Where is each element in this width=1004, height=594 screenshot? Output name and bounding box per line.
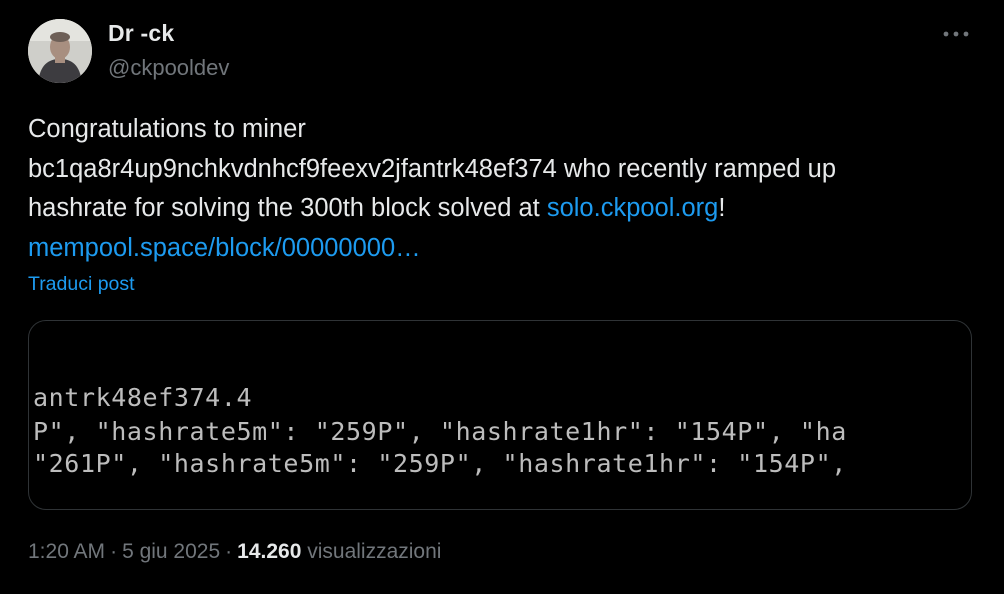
mempool-link[interactable]: mempool.space/block/00000000… <box>28 234 421 262</box>
tweet-text-segment: hashrate for solving the 300th block sol… <box>28 194 547 222</box>
author-display-name[interactable]: Dr -ck <box>108 20 174 47</box>
more-options-button[interactable] <box>936 22 976 46</box>
ckpool-link[interactable]: solo.ckpool.org <box>547 194 719 222</box>
more-horizontal-icon <box>943 31 969 37</box>
code-line: "261P", "hashrate5m": "259P", "hashrate1… <box>33 449 847 478</box>
avatar-photo <box>28 19 92 83</box>
author-handle[interactable]: @ckpooldev <box>108 55 229 81</box>
post-time[interactable]: 1:20 AM <box>28 540 105 563</box>
post-date[interactable]: 5 giu 2025 <box>122 540 220 563</box>
media-image[interactable]: antrk48ef374.4 P", "hashrate5m": "259P",… <box>28 320 972 510</box>
tweet-text: Congratulations to miner bc1qa8r4up9nchk… <box>28 110 978 268</box>
tweet-text-line: bc1qa8r4up9nchkvdnhcf9feexv2jfantrk48ef3… <box>28 154 837 183</box>
tweet-text-line: Congratulations to miner <box>28 115 306 143</box>
tweet-meta: 1:20 AM · 5 giu 2025 · 14.260 visualizzazion… <box>28 540 441 564</box>
views-label: visualizzazioni <box>307 540 442 563</box>
views-count: 14.260 <box>237 540 302 563</box>
avatar[interactable] <box>28 19 92 83</box>
separator-dot: · <box>225 540 233 563</box>
tweet-text-line: mempool.space/block/00000000… <box>28 229 978 269</box>
code-line: P", "hashrate5m": "259P", "hashrate1hr":… <box>33 417 847 446</box>
code-line: antrk48ef374.4 <box>33 383 253 412</box>
tweet-text-line: hashrate for solving the 300th block sol… <box>28 189 978 229</box>
separator-dot: · <box>110 540 118 563</box>
tweet-text-segment: ! <box>718 194 726 222</box>
translate-post-link[interactable]: Traduci post <box>28 273 135 296</box>
